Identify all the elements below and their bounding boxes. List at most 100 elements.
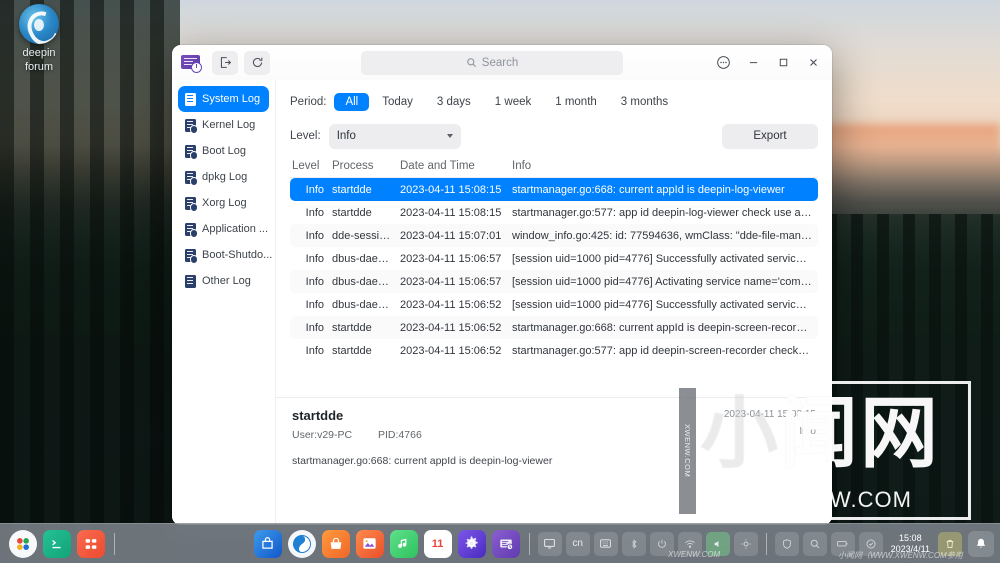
period-tab-3days[interactable]: 3 days (426, 93, 482, 111)
table-row[interactable]: Info dbus-daemon 2023-04-11 15:06:57 [se… (290, 247, 818, 270)
table-row[interactable]: Info dbus-daemon 2023-04-11 15:06:57 [se… (290, 270, 818, 293)
table-row[interactable]: Info dde-session... 2023-04-11 15:07:01 … (290, 224, 818, 247)
table-row[interactable]: Info startdde 2023-04-11 15:08:15 startm… (290, 201, 818, 224)
app-store-icon[interactable] (321, 529, 350, 558)
cell-level: Info (305, 298, 324, 311)
cell-info: startmanager.go:668: current appId is de… (512, 321, 813, 334)
bluetooth-icon[interactable] (621, 531, 646, 556)
settings-icon[interactable] (457, 529, 486, 558)
close-icon[interactable] (798, 49, 828, 77)
table-row[interactable]: Info startdde 2023-04-11 15:06:52 startm… (290, 316, 818, 339)
column-header-datetime[interactable]: Date and Time (400, 160, 512, 172)
battery-glyph-icon (837, 541, 848, 547)
keyboard-icon[interactable] (593, 531, 618, 556)
log-file-icon (185, 118, 198, 134)
cell-info: [session uid=1000 pid=4776] Successfully… (512, 298, 818, 311)
brightness-icon[interactable] (733, 531, 758, 556)
level-dropdown[interactable]: Info (328, 123, 461, 149)
period-label: Period: (290, 96, 327, 108)
input-method-icon[interactable]: cn (565, 531, 590, 556)
calendar-day-label: 11 (431, 537, 444, 550)
search-tray-icon[interactable] (802, 531, 827, 556)
sidebar-item-kernel-log[interactable]: Kernel Log (178, 112, 269, 138)
calendar-icon[interactable]: 11 (423, 529, 452, 558)
window-body: System Log Kernel Log Boot Log dpkg Log … (172, 80, 832, 525)
gallery-icon[interactable] (355, 529, 384, 558)
table-row[interactable]: Info startdde 2023-04-11 15:08:15 startm… (290, 178, 818, 201)
music-icon[interactable] (389, 529, 418, 558)
minimize-icon[interactable] (738, 49, 768, 77)
cell-datetime: 2023-04-11 15:06:57 (400, 275, 502, 288)
trash-glyph-icon (946, 539, 954, 548)
search-tray-glyph-icon (810, 539, 819, 548)
cell-process: dbus-daemon (332, 252, 400, 265)
sidebar-item-system-log[interactable]: System Log (178, 86, 269, 112)
network-icon[interactable] (677, 531, 702, 556)
period-tab-all[interactable]: All (334, 93, 370, 111)
wallpaper-trees-left (0, 0, 180, 563)
deepin-forum-logo: deepin forum (8, 4, 70, 74)
control-center-glyph-icon (85, 538, 97, 549)
shield-icon[interactable] (774, 531, 799, 556)
detail-message: startmanager.go:668: current appId is de… (292, 455, 553, 467)
period-tab-3months[interactable]: 3 months (610, 93, 679, 111)
filter-bar: Period: All Today 3 days 1 week 1 month … (276, 80, 832, 154)
sidebar-item-boot-log[interactable]: Boot Log (178, 138, 269, 164)
detail-datetime: 2023-04-11 15:08:15 (723, 409, 816, 420)
column-header-level[interactable]: Level (290, 160, 332, 172)
sidebar-item-application-log[interactable]: Application ... (178, 216, 269, 242)
sidebar-item-label: Xorg Log (202, 197, 247, 209)
cell-datetime: 2023-04-11 15:08:15 (400, 183, 502, 196)
export-window-icon[interactable] (212, 50, 238, 75)
table-row[interactable]: Info startdde 2023-04-11 15:06:52 startm… (290, 339, 818, 362)
column-header-process[interactable]: Process (332, 160, 400, 172)
security-glyph-icon (866, 538, 876, 549)
log-viewer-glyph-icon (499, 539, 513, 550)
store-icon[interactable] (253, 529, 282, 558)
detail-right-meta: 2023-04-11 15:08:15 Info (724, 406, 816, 440)
table-row[interactable]: Info dbus-daemon 2023-04-11 15:06:52 [se… (290, 293, 818, 316)
sidebar-item-label: Application ... (202, 223, 269, 235)
volume-icon[interactable] (705, 531, 730, 556)
period-tab-1month[interactable]: 1 month (544, 93, 608, 111)
sidebar-item-xorg-log[interactable]: Xorg Log (178, 190, 269, 216)
table-header: Level Process Date and Time Info (290, 154, 818, 178)
trash-icon[interactable] (938, 531, 962, 556)
control-center-icon[interactable] (77, 529, 105, 558)
cell-datetime: 2023-04-11 15:06:52 (400, 321, 502, 334)
sidebar-item-dpkg-log[interactable]: dpkg Log (178, 164, 269, 190)
period-row: Period: All Today 3 days 1 week 1 month … (290, 88, 818, 116)
export-button[interactable]: Export (722, 123, 818, 149)
detail-level: Info (799, 426, 816, 437)
sidebar-item-label: Boot Log (202, 145, 247, 157)
browser-icon[interactable] (287, 529, 316, 558)
log-file-icon (185, 222, 198, 238)
cell-process: startdde (332, 321, 372, 334)
battery-icon[interactable] (830, 531, 855, 556)
hamburger-menu-icon[interactable] (708, 49, 738, 77)
refresh-icon[interactable] (244, 50, 270, 75)
cell-datetime: 2023-04-11 15:07:01 (400, 229, 502, 242)
music-glyph-icon (398, 538, 407, 548)
column-header-info[interactable]: Info (512, 160, 818, 172)
maximize-icon[interactable] (768, 49, 798, 77)
sidebar-item-other-log[interactable]: Other Log (178, 268, 269, 294)
search-input[interactable]: Search (361, 50, 623, 75)
brightness-glyph-icon (740, 538, 751, 549)
terminal-icon[interactable] (43, 529, 71, 558)
cell-level: Info (305, 183, 324, 196)
launcher-glyph-icon (17, 537, 29, 550)
sidebar-item-boot-shutdown-log[interactable]: Boot-Shutdo... (178, 242, 272, 268)
bell-glyph-icon (976, 538, 986, 548)
display-icon[interactable] (537, 531, 562, 556)
power-icon[interactable] (649, 531, 674, 556)
security-icon[interactable] (858, 531, 883, 556)
clock-date: 2023/4/11 (890, 543, 930, 554)
search-area: Search (276, 50, 708, 75)
launcher-icon[interactable] (9, 529, 37, 558)
bell-icon[interactable] (968, 530, 994, 557)
period-tab-today[interactable]: Today (371, 93, 424, 111)
log-viewer-dock-icon[interactable] (491, 529, 520, 558)
period-tab-1week[interactable]: 1 week (484, 93, 542, 111)
taskbar-clock[interactable]: 15:08 2023/4/11 (891, 533, 930, 555)
